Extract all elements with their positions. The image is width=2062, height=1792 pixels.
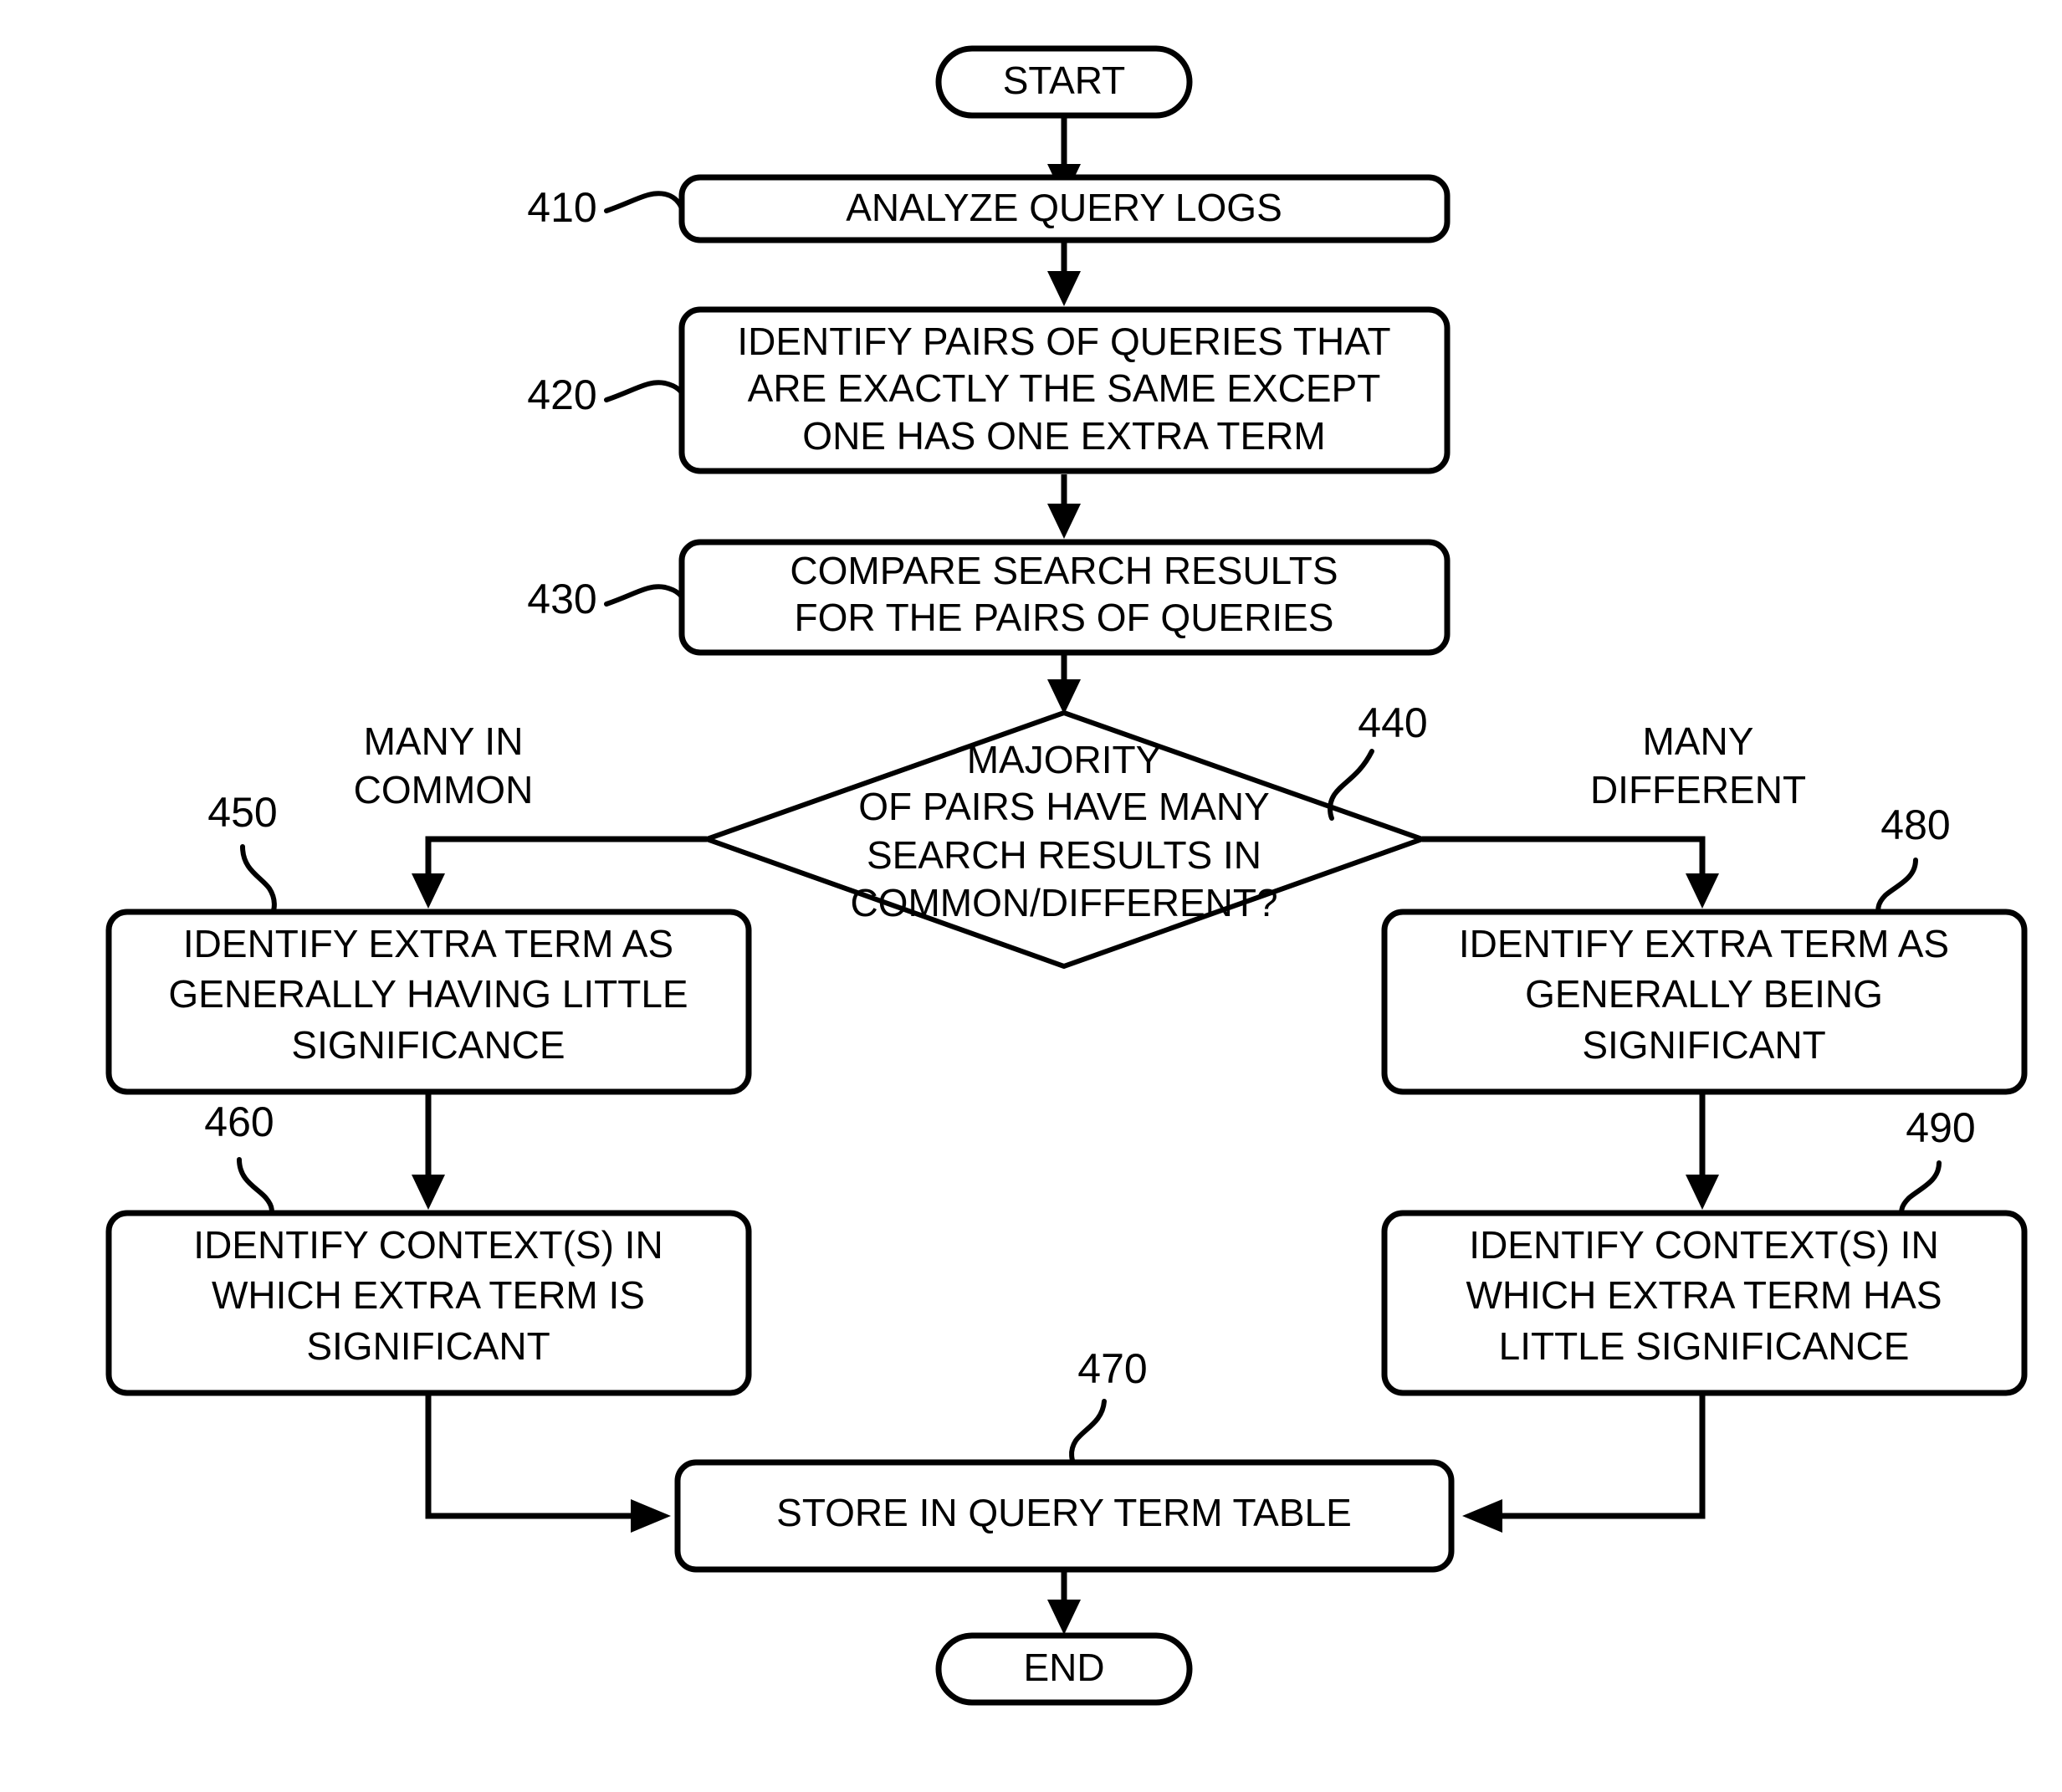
reference-numeral-410: 410 [527,184,684,231]
reference-numeral-420: 420 [527,371,684,418]
process-470-line-1: STORE IN QUERY TERM TABLE [776,1491,1352,1534]
process-460-line-2: WHICH EXTRA TERM IS [212,1273,645,1317]
process-490-line-3: LITTLE SIGNIFICANCE [1499,1324,1910,1368]
ref-480-label: 480 [1880,801,1950,848]
process-420-line-2: ARE EXACTLY THE SAME EXCEPT [748,366,1381,410]
process-450-line-2: GENERALLY HAVING LITTLE [168,972,688,1016]
reference-numeral-480: 480 [1875,801,1951,914]
process-490-line-1: IDENTIFY CONTEXT(S) IN [1469,1223,1938,1267]
ref-460-label: 460 [204,1098,274,1145]
process-420-line-1: IDENTIFY PAIRS OF QUERIES THAT [737,320,1390,363]
process-450-line-3: SIGNIFICANCE [291,1023,565,1067]
process-480-line-2: GENERALLY BEING [1525,972,1883,1016]
reference-numeral-490: 490 [1899,1104,1976,1216]
process-480-line-1: IDENTIFY EXTRA TERM AS [1459,922,1949,965]
flowchart-canvas: START ANALYZE QUERY LOGS IDENTIFY PAIRS … [105,45,2028,1706]
flowchart-figure: START ANALYZE QUERY LOGS IDENTIFY PAIRS … [0,0,2062,1792]
terminal-end-label: END [1023,1646,1104,1689]
process-410-line-1: ANALYZE QUERY LOGS [846,186,1282,229]
reference-numeral-430: 430 [527,576,684,622]
connector-410-to-420 [1047,237,1081,306]
connector-490-to-470 [1462,1391,1706,1533]
process-430-line-1: COMPARE SEARCH RESULTS [790,549,1338,592]
ref-410-label: 410 [527,184,596,231]
decision-440-line-3: SEARCH RESULTS IN [867,833,1261,877]
terminal-end[interactable]: END [935,1632,1193,1706]
process-410[interactable]: ANALYZE QUERY LOGS [678,174,1451,243]
process-460[interactable]: IDENTIFY CONTEXT(S) IN WHICH EXTRA TERM … [105,1210,752,1396]
decision-440-line-4: COMMON/DIFFERENT? [850,881,1277,924]
connector-450-to-460 [412,1092,445,1210]
decision-440-line-1: MAJORITY [967,738,1162,781]
process-430[interactable]: COMPARE SEARCH RESULTS FOR THE PAIRS OF … [678,539,1451,656]
process-450[interactable]: IDENTIFY EXTRA TERM AS GENERALLY HAVING … [105,909,752,1095]
branch-label-many-different: MANY DIFFERENT [1590,719,1806,812]
process-470[interactable]: STORE IN QUERY TERM TABLE [674,1459,1455,1573]
reference-numeral-470: 470 [1069,1345,1148,1465]
process-430-line-2: FOR THE PAIRS OF QUERIES [795,596,1334,639]
reference-numeral-450: 450 [207,789,278,913]
branch-right-line-1: MANY [1643,719,1754,763]
process-460-line-1: IDENTIFY CONTEXT(S) IN [193,1223,663,1267]
process-490[interactable]: IDENTIFY CONTEXT(S) IN WHICH EXTRA TERM … [1381,1210,2028,1396]
decision-440-line-2: OF PAIRS HAVE MANY [858,785,1270,828]
connector-440-to-450 [412,836,707,909]
ref-490-label: 490 [1906,1104,1975,1151]
decision-440[interactable]: MAJORITY OF PAIRS HAVE MANY SEARCH RESUL… [699,709,1430,970]
branch-left-line-1: MANY IN [364,719,524,763]
branch-left-line-2: COMMON [354,768,534,812]
process-450-line-1: IDENTIFY EXTRA TERM AS [183,922,673,965]
process-420-line-3: ONE HAS ONE EXTRA TERM [802,414,1325,458]
process-490-line-2: WHICH EXTRA TERM HAS [1466,1273,1942,1317]
process-420[interactable]: IDENTIFY PAIRS OF QUERIES THAT ARE EXACT… [678,306,1451,474]
branch-label-many-in-common: MANY IN COMMON [354,719,534,812]
connector-470-to-end [1047,1569,1081,1635]
process-480[interactable]: IDENTIFY EXTRA TERM AS GENERALLY BEING S… [1381,909,2028,1095]
ref-420-label: 420 [527,371,596,418]
connector-480-to-490 [1686,1092,1719,1210]
terminal-start[interactable]: START [935,45,1193,119]
process-480-line-3: SIGNIFICANT [1582,1023,1825,1067]
ref-430-label: 430 [527,576,596,622]
ref-440-label: 440 [1358,699,1427,746]
connector-440-to-480 [1422,836,1719,909]
reference-numeral-460: 460 [204,1098,274,1216]
connector-420-to-430 [1047,474,1081,539]
ref-450-label: 450 [207,789,277,836]
reference-numeral-440: 440 [1328,699,1428,821]
terminal-start-label: START [1003,59,1126,102]
ref-470-label: 470 [1077,1345,1147,1392]
connector-460-to-470 [425,1391,671,1533]
process-460-line-3: SIGNIFICANT [306,1324,550,1368]
connector-430-to-440 [1047,654,1081,714]
branch-right-line-2: DIFFERENT [1590,768,1806,812]
